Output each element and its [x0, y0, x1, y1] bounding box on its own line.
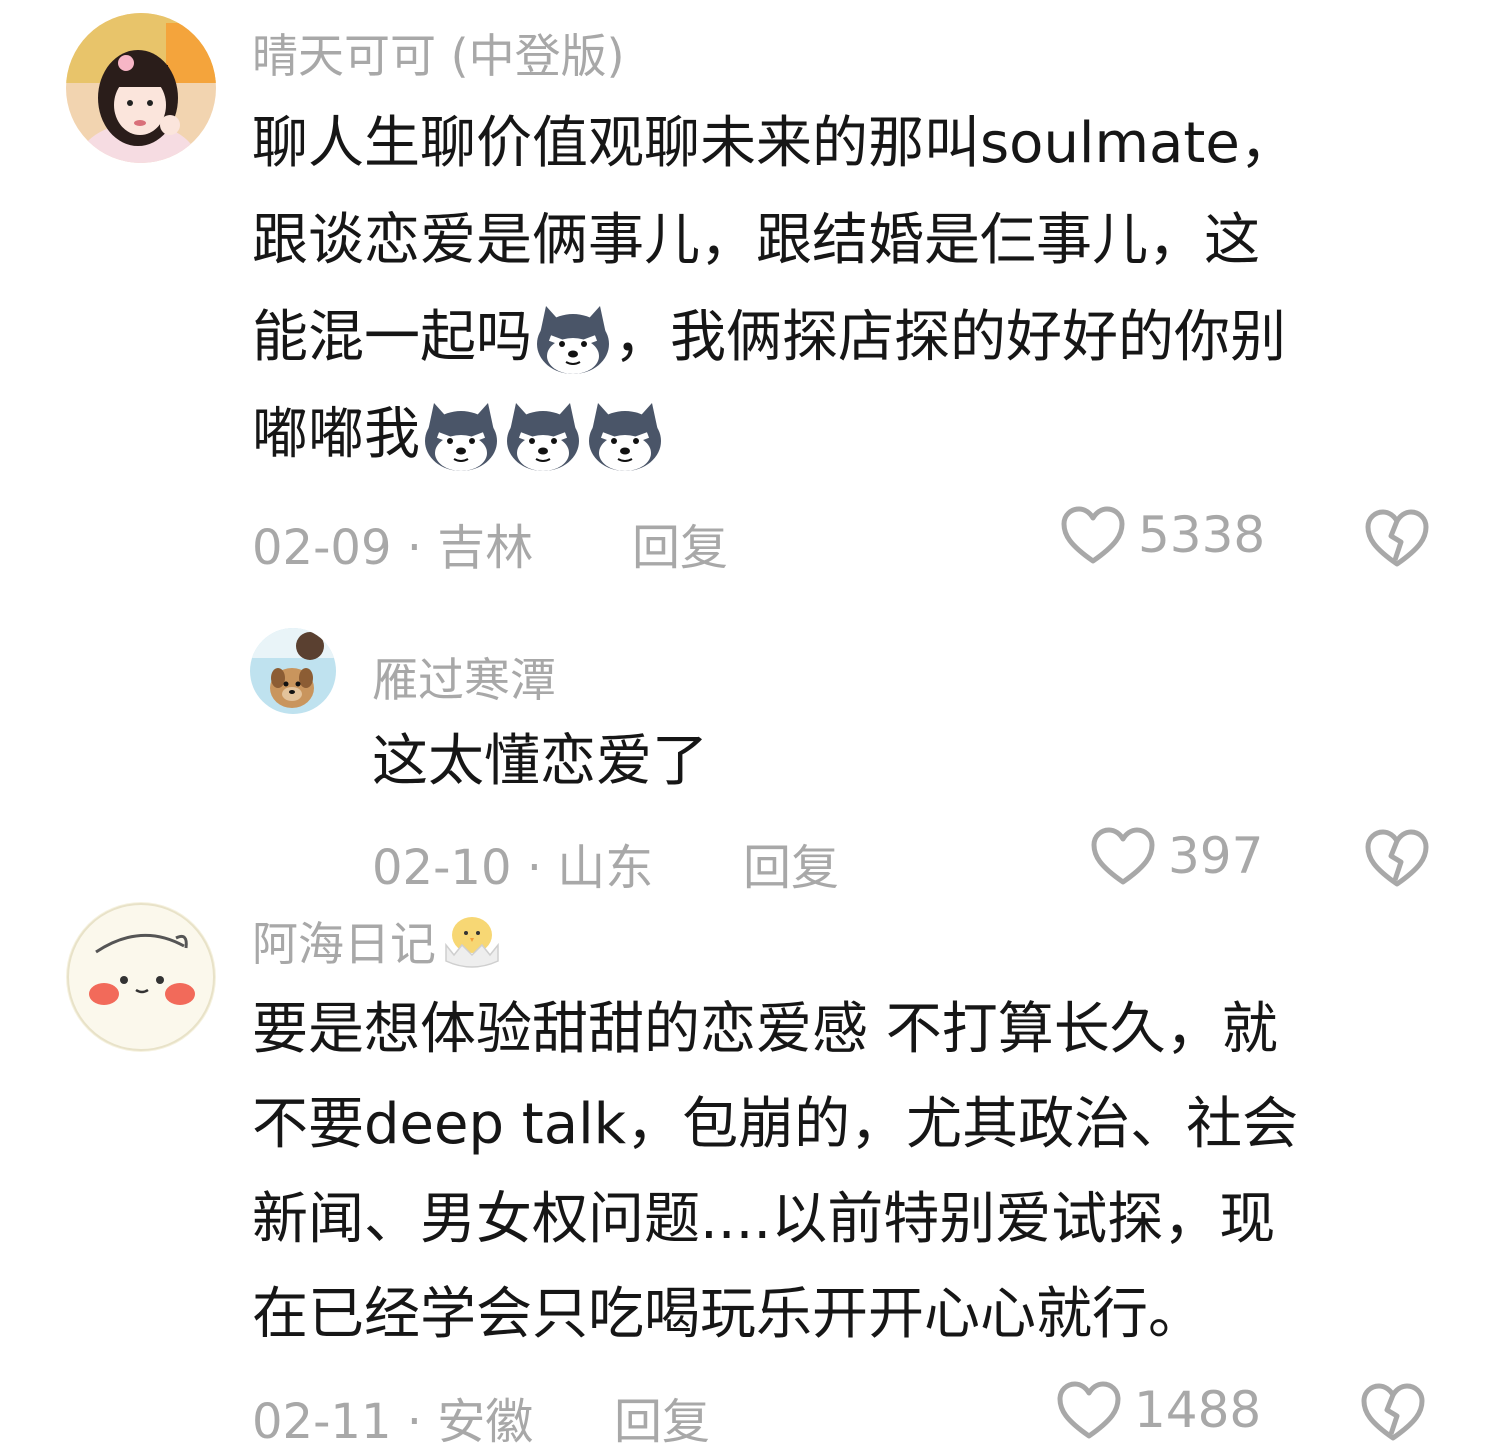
chick-icon: [445, 917, 499, 968]
reply-button[interactable]: 回复: [743, 828, 839, 898]
heart-outline-icon: [1057, 1381, 1121, 1439]
username[interactable]: 阿海日记: [252, 908, 504, 974]
wolf-emoji-icon: [589, 402, 661, 471]
date-location: 02-11 · 安徽: [252, 1394, 534, 1450]
avatar[interactable]: [66, 13, 216, 163]
avatar-bun-icon: [66, 902, 216, 1052]
comment-list: 晴天可可 (中登版) 聊人生聊价值观聊未来的那叫soulmate， 跟谈恋爱是俩…: [0, 0, 1500, 1452]
username[interactable]: 晴天可可 (中登版): [252, 20, 625, 86]
like-count: 1488: [1134, 1381, 1262, 1439]
date-location: 02-10 · 山东: [372, 840, 654, 896]
comment-line-part: ，我俩探店探的好好的你别: [614, 305, 1286, 370]
comment-line: 新闻、男女权问题....以前特别爱试探，现: [252, 1187, 1276, 1252]
dislike-button[interactable]: [1360, 1382, 1426, 1446]
like-button[interactable]: 1488: [1056, 1380, 1261, 1440]
like-button[interactable]: 397: [1090, 826, 1263, 886]
comment-line: 能混一起吗 ，我俩探店探的好好的你别: [252, 289, 1296, 386]
comment-line: 在已经学会只吃喝玩乐开开心心就行。: [252, 1282, 1204, 1347]
dislike-button[interactable]: [1364, 828, 1430, 892]
broken-heart-icon: [1361, 1383, 1425, 1441]
heart-outline-icon: [1091, 827, 1155, 885]
avatar-girl-icon: [66, 13, 216, 163]
wolf-emoji-icon: [425, 402, 497, 471]
avatar[interactable]: [250, 628, 336, 714]
wolf-emoji-icon: [537, 305, 609, 374]
broken-heart-icon: [1365, 829, 1429, 887]
comment-line: 跟谈恋爱是俩事儿，跟结婚是仨事儿，这: [252, 208, 1260, 273]
avatar[interactable]: [66, 902, 216, 1052]
reply-button[interactable]: 回复: [614, 1382, 710, 1452]
dislike-button[interactable]: [1364, 508, 1430, 572]
username[interactable]: 雁过寒潭: [372, 644, 556, 710]
like-button[interactable]: 5338: [1060, 505, 1265, 565]
wolf-emoji-icon: [507, 402, 579, 471]
comment-line-part: 能混一起吗: [252, 305, 532, 370]
broken-heart-icon: [1365, 509, 1429, 567]
like-count: 397: [1168, 827, 1264, 885]
comment-line-part: 嘟嘟我: [252, 402, 420, 467]
comment-text: 这太懂恋爱了: [372, 727, 708, 797]
reply-button[interactable]: 回复: [632, 508, 728, 578]
comment-text: 要是想体验甜甜的恋爱感 不打算长久，就 不要deep talk，包崩的，尤其政治…: [252, 982, 1298, 1362]
comment-line: 聊人生聊价值观聊未来的那叫soulmate，: [252, 111, 1296, 176]
heart-outline-icon: [1061, 506, 1125, 564]
avatar-dog-icon: [250, 628, 336, 714]
comment-line: 不要deep talk，包崩的，尤其政治、社会: [252, 1092, 1299, 1157]
comment-line: 这太懂恋爱了: [372, 729, 708, 794]
comment-line: 要是想体验甜甜的恋爱感 不打算长久，就: [252, 997, 1278, 1062]
date-location: 02-09 · 吉林: [252, 520, 534, 576]
comment-line: 嘟嘟我: [252, 386, 1296, 483]
like-count: 5338: [1138, 506, 1266, 564]
username-text: 阿海日记: [252, 917, 436, 971]
comment-text: 聊人生聊价值观聊未来的那叫soulmate， 跟谈恋爱是俩事儿，跟结婚是仨事儿，…: [252, 95, 1296, 483]
